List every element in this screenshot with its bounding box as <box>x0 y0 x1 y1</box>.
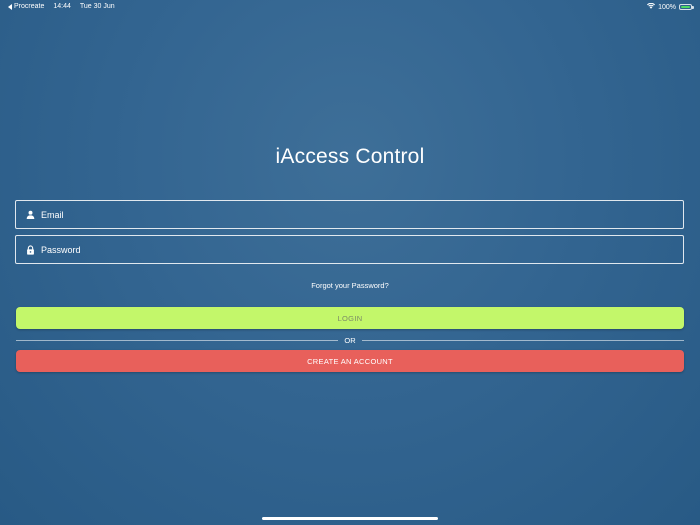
back-arrow-icon <box>8 3 12 10</box>
battery-fill <box>680 5 691 9</box>
home-indicator[interactable] <box>262 517 438 520</box>
battery-icon <box>679 4 694 10</box>
create-account-button[interactable]: CREATE AN ACCOUNT <box>16 350 684 372</box>
status-right: 100% <box>647 2 694 11</box>
status-bar: Procreate 14:44 Tue 30 Jun 100% <box>0 0 700 14</box>
password-field[interactable] <box>15 235 684 264</box>
divider-line-right <box>361 339 684 341</box>
or-divider: OR <box>16 335 684 345</box>
wifi-icon <box>647 2 656 11</box>
email-input[interactable] <box>36 201 683 228</box>
back-app-label: Procreate <box>14 3 45 10</box>
password-input[interactable] <box>36 236 683 263</box>
battery-percent: 100% <box>658 3 676 11</box>
forgot-password-link[interactable]: Forgot your Password? <box>0 281 700 290</box>
email-field[interactable] <box>15 200 684 229</box>
app-title: iAccess Control <box>275 145 425 168</box>
user-icon <box>24 209 36 221</box>
divider-line-left <box>16 339 339 341</box>
or-label: OR <box>344 335 356 345</box>
status-left: Procreate 14:44 Tue 30 Jun <box>8 3 115 10</box>
status-time: 14:44 <box>53 3 71 10</box>
back-to-app-link[interactable]: Procreate <box>8 3 44 10</box>
login-button[interactable]: LOGIN <box>16 307 684 329</box>
status-date: Tue 30 Jun <box>79 3 115 10</box>
lock-icon <box>24 244 36 256</box>
